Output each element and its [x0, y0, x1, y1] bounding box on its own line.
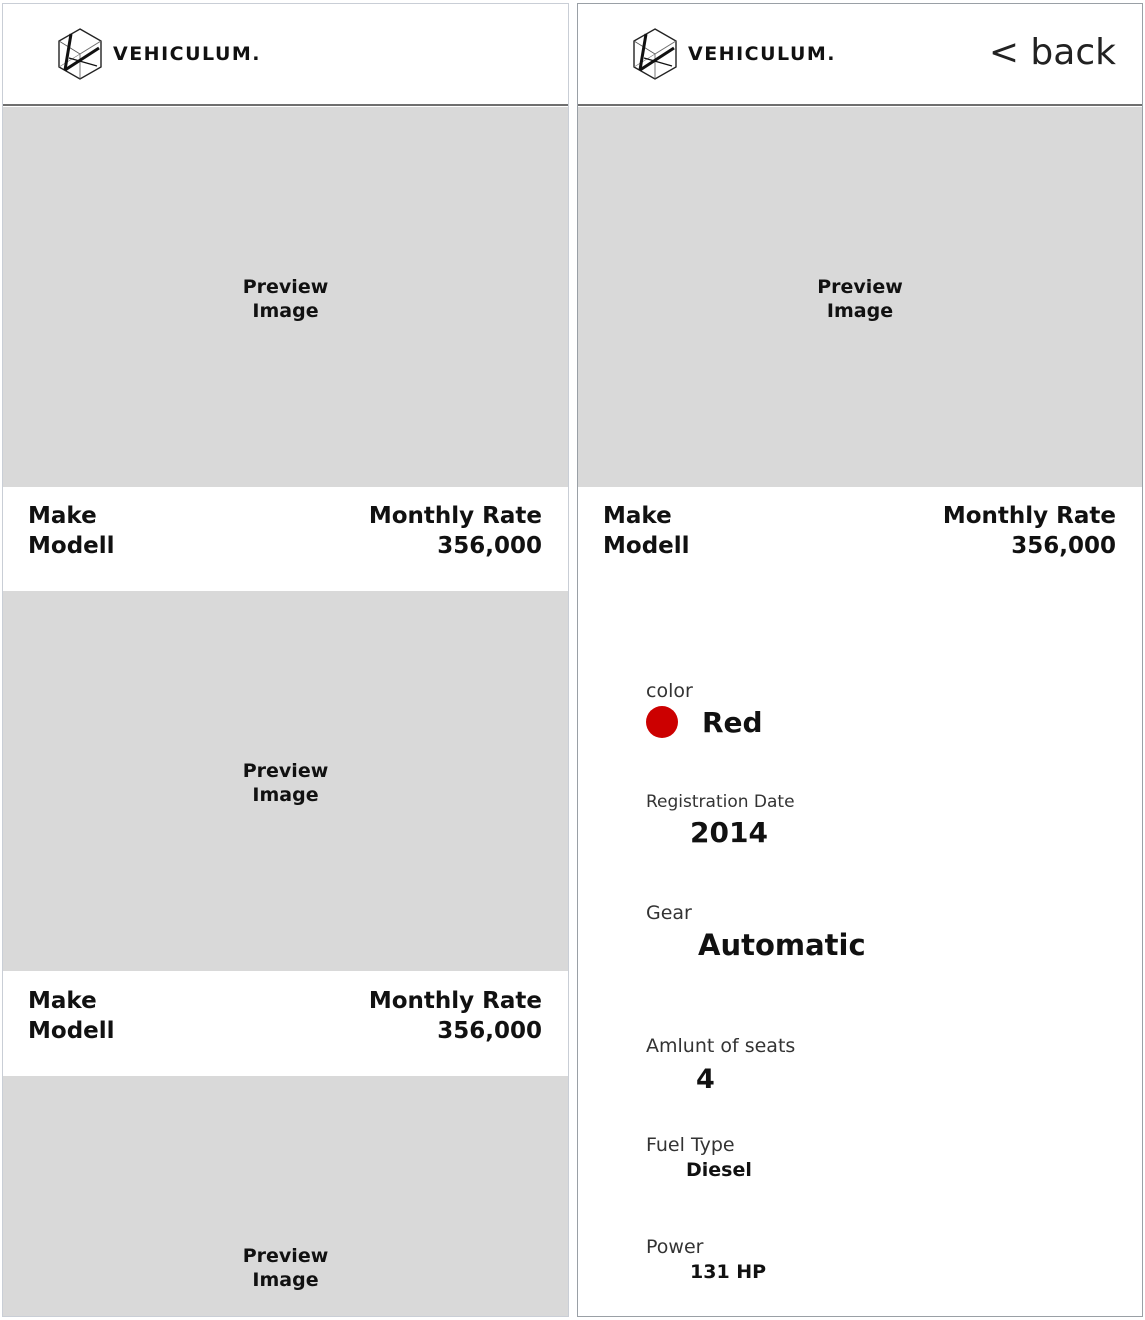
- card-model: Modell: [28, 533, 115, 559]
- monthly-rate-value: 356,000: [437, 1018, 542, 1044]
- preview-label: Preview Image: [242, 760, 329, 806]
- spec-registration-value: 2014: [690, 816, 768, 849]
- card-preview-image[interactable]: Preview Image: [3, 1076, 568, 1316]
- detail-preview-image: Preview Image: [578, 107, 1142, 487]
- detail-make: Make: [603, 503, 672, 529]
- app-header: VEHICULUM. < back: [578, 4, 1142, 106]
- brand-logo[interactable]: VEHICULUM.: [55, 26, 261, 82]
- card-info[interactable]: Make Modell Monthly Rate 356,000: [3, 972, 568, 1076]
- preview-label: Preview Image: [242, 1245, 329, 1291]
- card-preview-image[interactable]: Preview Image: [3, 107, 568, 487]
- spec-seats-label: Amlunt of seats: [646, 1035, 796, 1057]
- brand-logo[interactable]: VEHICULUM.: [630, 26, 836, 82]
- color-swatch: [646, 706, 678, 738]
- spec-color-value: Red: [702, 706, 763, 739]
- detail-model: Modell: [603, 533, 690, 559]
- spec-fuel-label: Fuel Type: [646, 1134, 735, 1156]
- monthly-rate-label: Monthly Rate: [368, 988, 542, 1014]
- spec-seats-value: 4: [696, 1064, 715, 1095]
- preview-label: Preview Image: [242, 276, 329, 322]
- vehicle-detail-screen: VEHICULUM. < back Preview Image Make Mod…: [577, 3, 1143, 1317]
- spec-registration-label: Registration Date: [646, 792, 795, 812]
- spec-gear-value: Automatic: [698, 928, 866, 962]
- card-info[interactable]: Make Modell Monthly Rate 356,000: [3, 487, 568, 591]
- preview-label: Preview Image: [817, 276, 903, 322]
- spec-power-label: Power: [646, 1236, 704, 1258]
- spec-fuel-value: Diesel: [686, 1159, 752, 1181]
- brand-name: VEHICULUM.: [688, 43, 837, 65]
- app-header: VEHICULUM.: [3, 4, 568, 106]
- back-button[interactable]: < back: [989, 32, 1116, 73]
- vehicle-list-screen: VEHICULUM. Preview Image Make Modell Mon…: [2, 3, 569, 1317]
- brand-name: VEHICULUM.: [113, 43, 262, 65]
- monthly-rate-label: Monthly Rate: [942, 503, 1116, 529]
- detail-summary: Make Modell Monthly Rate 356,000: [578, 487, 1142, 591]
- card-make: Make: [28, 988, 97, 1014]
- spec-gear-label: Gear: [646, 902, 692, 924]
- monthly-rate-value: 356,000: [1011, 533, 1116, 559]
- hexagon-logo-icon: [633, 28, 677, 80]
- spec-color-label: color: [646, 680, 693, 702]
- card-make: Make: [28, 503, 97, 529]
- monthly-rate-label: Monthly Rate: [368, 503, 542, 529]
- monthly-rate-value: 356,000: [437, 533, 542, 559]
- spec-power-value: 131 HP: [690, 1261, 767, 1283]
- card-preview-image[interactable]: Preview Image: [3, 591, 568, 971]
- hexagon-logo-icon: [58, 28, 102, 80]
- card-model: Modell: [28, 1018, 115, 1044]
